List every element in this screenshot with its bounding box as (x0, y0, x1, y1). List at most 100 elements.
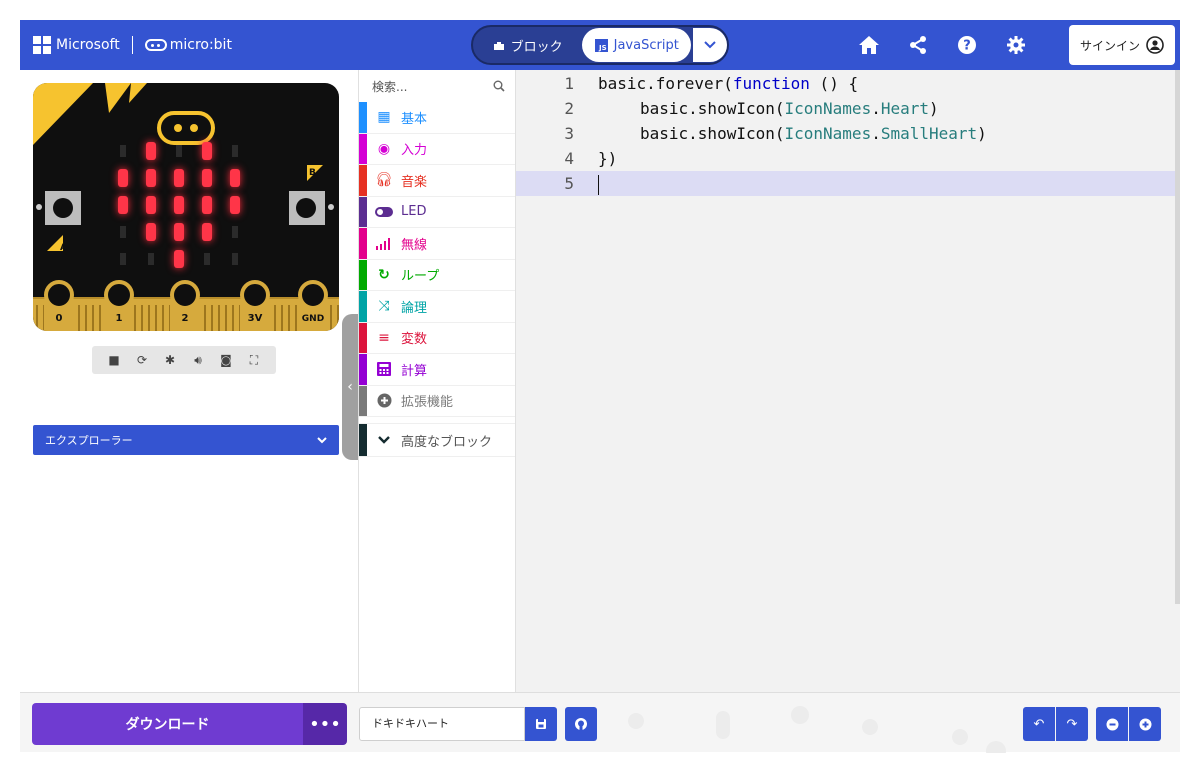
calculator-icon (375, 362, 393, 377)
pin-label: 3V (248, 313, 263, 324)
pin-gnd[interactable]: GND (298, 280, 328, 331)
led-on (174, 196, 184, 214)
logo-touch-icon[interactable] (157, 111, 215, 145)
signin-label: サインイン (1079, 38, 1140, 53)
chevron-left-icon: ‹ (347, 379, 353, 395)
chevron-down-icon (317, 436, 327, 443)
code-line[interactable]: 1 basic.forever(function () { (516, 71, 1180, 96)
editor-toggle: ブロック JS JavaScript (471, 25, 729, 65)
zoom-out-icon (1106, 718, 1118, 730)
code-text: }) (598, 149, 618, 168)
redo-button[interactable]: ↷ (1056, 707, 1088, 741)
category-advanced[interactable]: 高度なブロック (359, 423, 515, 457)
debug-icon[interactable]: ✱ (160, 350, 180, 370)
github-button[interactable] (565, 707, 597, 741)
help-icon[interactable]: ? (954, 32, 980, 58)
microbit-simulator[interactable]: A B 0 1 2 3V GND (33, 83, 339, 331)
project-name-input[interactable]: ドキドキハート (359, 707, 525, 741)
mute-icon[interactable]: 🔊︎ (188, 350, 208, 370)
category-label: 音楽 (401, 174, 428, 190)
bottom-toolbar: ダウンロード ••• ドキドキハート ↶ ↷ (20, 692, 1180, 753)
github-icon (575, 718, 587, 730)
editor-scrollbar[interactable] (1175, 70, 1180, 604)
brand[interactable]: Microsoft micro:bit (33, 36, 232, 54)
category-radio[interactable]: 無線 (359, 228, 515, 260)
led-on (174, 223, 184, 241)
category-music[interactable]: 🎧︎ 音楽 (359, 165, 515, 197)
code-line[interactable]: 4 }) (516, 146, 1180, 171)
list-icon: ≡ (378, 329, 390, 346)
zoom-out-button[interactable] (1096, 707, 1128, 741)
toolbox-search[interactable]: 検索... (359, 70, 515, 102)
category-extensions[interactable]: 拡張機能 (359, 385, 515, 417)
download-more-button[interactable]: ••• (303, 703, 347, 745)
language-dropdown-button[interactable] (693, 28, 728, 62)
tab-javascript[interactable]: JS JavaScript (582, 28, 692, 62)
explorer-dropdown[interactable]: エクスプローラー (33, 425, 339, 455)
brand-microsoft: Microsoft (56, 37, 120, 53)
code-line[interactable]: 3 basic.showIcon(IconNames.SmallHeart) (516, 121, 1180, 146)
led-off (176, 145, 182, 157)
category-basic[interactable]: ▦ 基本 (359, 102, 515, 134)
ellipsis-icon: ••• (309, 713, 341, 735)
restart-icon[interactable]: ⟳ (132, 350, 152, 370)
chevron-down-icon (704, 41, 716, 49)
search-input[interactable]: 検索... (372, 78, 407, 95)
settings-icon[interactable] (1003, 32, 1029, 58)
puzzle-icon (493, 42, 504, 50)
led-off (120, 145, 126, 157)
search-icon (493, 80, 505, 92)
home-icon[interactable] (856, 32, 882, 58)
category-led[interactable]: LED (359, 196, 515, 228)
button-b[interactable]: B (289, 165, 334, 225)
save-icon (536, 719, 546, 729)
tab-blocks[interactable]: ブロック (473, 27, 582, 63)
pin-label: 2 (182, 313, 189, 324)
fullscreen-icon[interactable]: ⛶ (244, 350, 264, 370)
pin-label: 0 (56, 313, 63, 324)
led-off (232, 253, 238, 265)
category-input[interactable]: ◉ 入力 (359, 133, 515, 165)
share-icon[interactable] (905, 32, 931, 58)
category-label: 変数 (401, 332, 428, 348)
signal-icon (375, 236, 393, 251)
line-number: 3 (564, 124, 574, 143)
collapse-simulator-button[interactable]: ‹ (342, 314, 358, 460)
code-editor[interactable]: 1 basic.forever(function () { 2 basic.sh… (516, 70, 1180, 692)
save-button[interactable] (525, 707, 557, 741)
user-icon (1146, 36, 1164, 54)
edge-connector: 0 1 2 3V GND (33, 280, 339, 331)
headphones-icon: 🎧︎ (375, 172, 393, 189)
top-header: Microsoft micro:bit ブロック JS JavaScript ?… (20, 20, 1180, 70)
grid-icon: ▦ (377, 109, 391, 126)
category-variables[interactable]: ≡ 変数 (359, 322, 515, 354)
tab-javascript-label: JavaScript (613, 37, 679, 53)
category-label: 無線 (401, 237, 428, 253)
pin-2[interactable]: 2 (170, 280, 200, 331)
led-on (230, 169, 240, 187)
code-line[interactable]: 2 basic.showIcon(IconNames.Heart) (516, 96, 1180, 121)
screenshot-icon[interactable]: ◙ (216, 350, 236, 370)
stop-icon[interactable]: ■ (104, 350, 124, 370)
microsoft-logo-icon (33, 36, 51, 54)
pin-0[interactable]: 0 (44, 280, 74, 331)
category-logic[interactable]: ⤨ 論理 (359, 291, 515, 323)
download-button[interactable]: ダウンロード (32, 703, 303, 745)
pin-1[interactable]: 1 (104, 280, 134, 331)
led-on (202, 196, 212, 214)
zoom-in-button[interactable] (1129, 707, 1161, 741)
led-on (174, 169, 184, 187)
category-loops[interactable]: ↻ ループ (359, 259, 515, 291)
line-number: 1 (564, 74, 574, 93)
led-on (174, 250, 184, 268)
category-math[interactable]: 計算 (359, 354, 515, 386)
led-off (204, 253, 210, 265)
category-label: 拡張機能 (401, 395, 454, 411)
signin-button[interactable]: サインイン (1069, 25, 1175, 65)
undo-button[interactable]: ↶ (1023, 707, 1055, 741)
pin-3v[interactable]: 3V (240, 280, 270, 331)
board-corner-decoration (105, 83, 131, 113)
led-off (120, 253, 126, 265)
code-line-active[interactable]: 5 (516, 171, 1180, 196)
button-a[interactable]: A (36, 191, 81, 253)
